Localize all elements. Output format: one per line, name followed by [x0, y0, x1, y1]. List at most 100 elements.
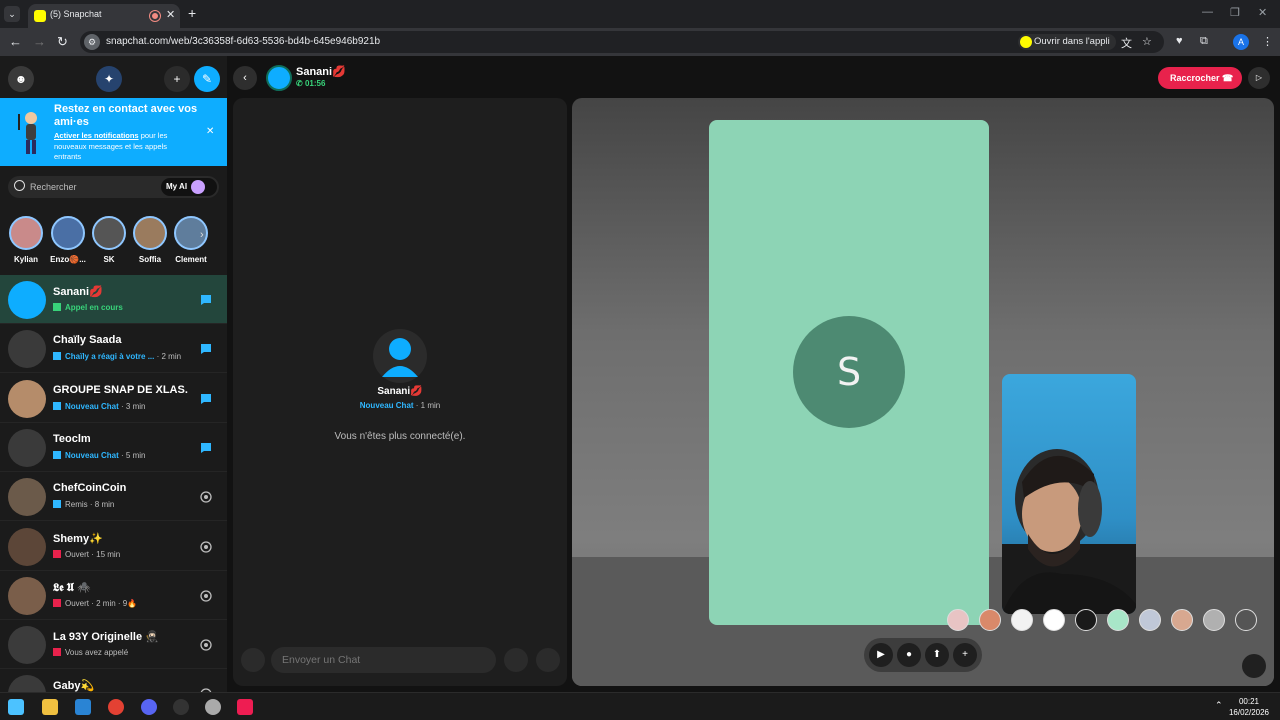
camera-reply-icon[interactable] — [200, 491, 212, 503]
system-clock[interactable]: 00:21 16/02/2026 — [1224, 696, 1274, 718]
lens-option[interactable] — [1203, 609, 1225, 631]
chat-status-time: · 5 min — [118, 450, 146, 460]
camera-button[interactable] — [241, 648, 265, 672]
story-avatar — [133, 216, 167, 250]
tab-search-button[interactable]: ⌄ — [4, 6, 20, 22]
search-placeholder[interactable]: Rechercher — [30, 182, 77, 192]
address-bar[interactable]: ⚙ snapchat.com/web/3c36358f-6d63-5536-bd… — [80, 31, 1164, 53]
emoji-button[interactable] — [504, 648, 528, 672]
chat-name: ChefCoinCoin — [53, 482, 127, 495]
my-ai-button[interactable]: My AI — [161, 178, 217, 196]
add-friend-icon[interactable]: + — [164, 66, 190, 92]
search-bar[interactable]: Rechercher My AI — [8, 176, 219, 198]
chat-name: Shemy✨ — [53, 532, 103, 545]
chat-row[interactable]: Sanani💋 Appel en cours — [0, 275, 227, 324]
mail-icon[interactable] — [75, 699, 91, 715]
extensions-puzzle-icon[interactable]: ⧉ — [1200, 35, 1208, 48]
microphone-icon[interactable]: ● — [897, 643, 921, 667]
hangup-button[interactable]: Raccrocher ☎ — [1158, 67, 1242, 89]
chat-row[interactable]: ChefCoinCoin Remis · 8 min — [0, 472, 227, 522]
settings-gear-icon[interactable] — [205, 699, 221, 715]
discord-icon[interactable] — [141, 699, 157, 715]
lens-option[interactable] — [947, 609, 969, 631]
browser-tab[interactable]: (5) Snapchat ✕ — [28, 4, 180, 28]
file-explorer-icon[interactable] — [42, 699, 58, 715]
sticker-button[interactable] — [536, 648, 560, 672]
unread-chat-icon[interactable] — [200, 442, 212, 454]
new-chat-icon[interactable]: ✎ — [194, 66, 220, 92]
stories-next-icon[interactable]: › — [200, 229, 204, 241]
tab-close-button[interactable]: ✕ — [166, 8, 175, 21]
popout-icon[interactable] — [1242, 654, 1266, 678]
window-close-icon[interactable]: ✕ — [1258, 6, 1267, 19]
tray-chevron-icon[interactable]: ⌃ — [1215, 700, 1223, 711]
chat-row[interactable]: Shemy✨ Ouvert · 15 min — [0, 522, 227, 571]
chat-row[interactable]: GROUPE SNAP DE XLAS... Nouveau Chat · 3 m… — [0, 374, 227, 423]
new-tab-button[interactable]: + — [188, 5, 196, 21]
lens-option[interactable] — [1171, 609, 1193, 631]
camera-reply-icon[interactable] — [200, 540, 212, 553]
chat-status-icon — [53, 401, 61, 410]
unread-chat-icon[interactable] — [200, 343, 212, 355]
bookmark-star-icon[interactable]: ☆ — [1142, 35, 1152, 48]
spotlight-icon[interactable]: ✦ — [96, 66, 122, 92]
clock-date: 16/02/2026 — [1228, 708, 1270, 717]
self-video-tile[interactable] — [1002, 374, 1136, 614]
lens-option[interactable] — [1235, 609, 1257, 631]
contact-name: Sanani💋 — [377, 386, 423, 397]
chrome-icon[interactable] — [108, 699, 124, 715]
lens-option[interactable] — [979, 609, 1001, 631]
taskbar: ⌃ 00:21 16/02/2026 — [0, 692, 1280, 720]
expand-icon[interactable]: ▷ — [1248, 67, 1270, 89]
lens-option[interactable] — [1107, 609, 1129, 631]
url-text[interactable]: snapchat.com/web/3c36358f-6d63-5536-bd4b… — [106, 36, 380, 47]
start-icon[interactable] — [8, 699, 24, 715]
camera-reply-icon[interactable] — [200, 639, 212, 651]
restore-icon[interactable]: ❐ — [1230, 6, 1240, 19]
back-button[interactable]: ‹ — [233, 66, 257, 90]
camera-reply-icon[interactable] — [200, 590, 212, 602]
open-in-app-button[interactable]: Ouvrir dans l'appli — [1018, 34, 1116, 50]
banner-close-button[interactable]: ✕ — [206, 126, 214, 137]
my-avatar[interactable]: ☻ — [8, 66, 34, 92]
contact-avatar[interactable] — [373, 329, 427, 383]
unread-chat-icon[interactable] — [200, 393, 212, 405]
chat-row[interactable]: Chaïly Saada Chaïly a réagi à votre ... ·… — [0, 324, 227, 374]
call-timer-value: 01:56 — [304, 79, 326, 88]
story-item[interactable]: Soffia — [132, 216, 168, 264]
story-item[interactable]: Enzo🏀... — [50, 216, 86, 264]
chat-status-label: Appel en cours — [65, 303, 123, 312]
unread-chat-icon[interactable] — [200, 294, 212, 306]
add-participant-icon[interactable]: + — [953, 643, 977, 667]
minimize-icon[interactable]: — — [1202, 6, 1213, 18]
camera-toggle-icon[interactable]: ▶ — [869, 643, 893, 667]
chat-row[interactable]: Gaby💫 — [0, 669, 227, 692]
translate-icon[interactable]: 文 — [1121, 35, 1132, 51]
enable-notifications-link[interactable]: Activer les notifications — [54, 131, 139, 140]
conversation-avatar[interactable] — [266, 65, 292, 91]
share-screen-icon[interactable]: ⬆ — [925, 643, 949, 667]
lens-option[interactable] — [1075, 609, 1097, 631]
extension-icon[interactable]: ♥ — [1176, 35, 1183, 47]
lens-option[interactable] — [1011, 609, 1033, 631]
forward-icon[interactable]: → — [33, 34, 46, 49]
chat-name: GROUPE SNAP DE XLAS... — [53, 383, 188, 396]
lens-option[interactable] — [1043, 609, 1065, 631]
browser-menu-icon[interactable]: ⋮ — [1262, 35, 1273, 48]
chat-status-icon — [53, 500, 61, 509]
lens-option[interactable] — [1139, 609, 1161, 631]
site-info-icon[interactable]: ⚙ — [84, 34, 100, 50]
obs-icon[interactable] — [173, 699, 189, 715]
profile-avatar[interactable]: A — [1233, 34, 1249, 50]
reload-icon[interactable]: ↻ — [57, 34, 68, 50]
chat-row[interactable]: Teoclm Nouveau Chat · 5 min — [0, 423, 227, 472]
message-input[interactable] — [271, 647, 496, 673]
back-icon[interactable]: ← — [9, 34, 22, 49]
tiktok-icon[interactable] — [237, 699, 253, 715]
story-item[interactable]: SK — [91, 216, 127, 264]
chat-row[interactable]: La 93Y Originelle 🥷🏻 Vous avez appelé — [0, 620, 227, 670]
chat-row[interactable]: 𝕷𝖊 𝖀 🕷️ Ouvert · 2 min · 9🔥 — [0, 571, 227, 620]
conversation-name[interactable]: Sanani💋 — [296, 65, 346, 78]
my-ai-avatar — [191, 180, 205, 194]
story-item[interactable]: Kylian — [8, 216, 44, 264]
